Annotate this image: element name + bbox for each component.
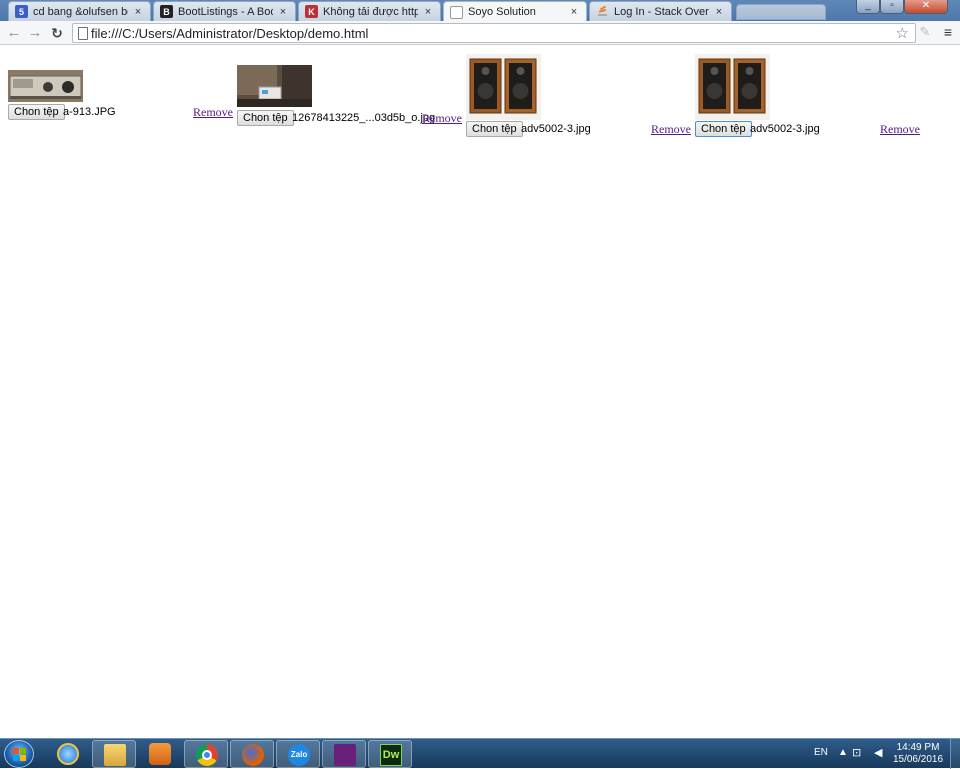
dreamweaver-icon[interactable]: Dw xyxy=(368,740,412,768)
start-button[interactable] xyxy=(4,740,34,768)
media-player-icon[interactable] xyxy=(138,740,182,768)
tab-cd-bang-olufsen[interactable]: 5 cd bang &olufsen beogra × xyxy=(8,1,151,21)
remove-link[interactable]: Remove xyxy=(651,122,691,136)
remove-link[interactable]: Remove xyxy=(422,111,462,125)
tab-close-icon[interactable]: × xyxy=(277,6,289,18)
bootlistings-icon: B xyxy=(160,5,173,18)
tab-soyo-solution[interactable]: Soyo Solution × xyxy=(443,1,587,22)
firefox-icon[interactable] xyxy=(230,740,274,768)
tab-title: BootListings - A Bootstrap xyxy=(178,5,273,18)
zalo-icon[interactable]: Zalo xyxy=(276,740,320,768)
extension-icon[interactable]: ✎ xyxy=(917,24,933,40)
forward-arrow-icon[interactable]: → xyxy=(26,24,44,42)
chrome-icon[interactable] xyxy=(184,740,228,768)
address-text: file:///C:/Users/Administrator/Desktop/d… xyxy=(91,26,369,41)
file-name: adv5002-3.jpg xyxy=(521,123,591,135)
upload-preview-image xyxy=(237,65,312,107)
close-window-button[interactable]: ✕ xyxy=(904,0,948,14)
show-hidden-icons-icon[interactable]: ▲ xyxy=(838,747,848,758)
remove-link[interactable]: Remove xyxy=(880,122,920,136)
visual-studio-icon[interactable] xyxy=(322,740,366,768)
minimize-button[interactable]: _ xyxy=(856,0,880,14)
zalo-label: Zalo xyxy=(288,744,310,766)
show-desktop-button[interactable] xyxy=(950,739,960,769)
choose-file-button[interactable]: Chon tệp xyxy=(695,121,752,137)
tab-close-icon[interactable]: × xyxy=(422,6,434,18)
choose-file-button[interactable]: Chon tệp xyxy=(466,121,523,137)
language-indicator[interactable]: EN xyxy=(814,747,828,758)
clock-time: 14:49 PM xyxy=(896,742,940,753)
tab-close-icon[interactable]: × xyxy=(568,6,580,18)
back-arrow-icon[interactable]: ← xyxy=(5,24,23,42)
calendar-icon: 5 xyxy=(15,5,28,18)
tab-stack-overflow[interactable]: Log In - Stack Overflow × xyxy=(589,1,732,21)
new-tab-button[interactable] xyxy=(736,4,826,20)
internet-explorer-icon[interactable] xyxy=(46,740,90,768)
dreamweaver-label: Dw xyxy=(380,744,402,766)
file-name: a-913.JPG xyxy=(63,106,116,118)
choose-file-button[interactable]: Chon tệp xyxy=(8,104,65,120)
network-icon[interactable]: ⊡ xyxy=(852,746,861,759)
upload-preview-image xyxy=(466,54,541,120)
browser-toolbar: ← → ↻ file:///C:/Users/Administrator/Des… xyxy=(0,21,960,45)
upload-preview-image xyxy=(695,54,770,120)
tab-title: Log In - Stack Overflow xyxy=(614,5,709,18)
tab-strip: 5 cd bang &olufsen beogra × B BootListin… xyxy=(0,0,960,22)
windows-logo-icon xyxy=(13,748,26,761)
file-name: 12678413225_...03d5b_o.jpg xyxy=(292,112,436,124)
blank-page-icon xyxy=(450,5,463,19)
page-icon: K xyxy=(305,5,318,18)
tab-title: Soyo Solution xyxy=(468,6,536,18)
tab-khong-tai-duoc[interactable]: K Không tải được http://giai × xyxy=(298,1,441,21)
tab-bootlistings[interactable]: B BootListings - A Bootstrap × xyxy=(153,1,296,21)
page-icon xyxy=(78,27,88,40)
volume-icon[interactable]: ◀ xyxy=(874,746,882,759)
page-content: Chon tệp a-913.JPG Remove Chon tệp 12678… xyxy=(0,46,960,738)
remove-link[interactable]: Remove xyxy=(193,105,233,119)
upload-preview-image xyxy=(8,70,83,102)
tab-close-icon[interactable]: × xyxy=(713,6,725,18)
clock[interactable]: 14:49 PM 15/06/2016 xyxy=(888,742,948,766)
star-icon[interactable]: ☆ xyxy=(896,24,909,42)
reload-icon[interactable]: ↻ xyxy=(48,24,66,42)
tab-close-icon[interactable]: × xyxy=(132,6,144,18)
stackoverflow-icon xyxy=(596,5,609,18)
windows-taskbar: Zalo Dw EN ▲ ⊡ ◀ 14:49 PM 15/06/2016 xyxy=(0,738,960,769)
maximize-button[interactable]: ▫ xyxy=(880,0,904,14)
address-bar[interactable]: file:///C:/Users/Administrator/Desktop/d… xyxy=(72,23,916,43)
tab-title: Không tải được http://giai xyxy=(323,5,418,18)
file-name: adv5002-3.jpg xyxy=(750,123,820,135)
choose-file-button[interactable]: Chon tệp xyxy=(237,110,294,126)
menu-icon[interactable]: ≡ xyxy=(940,24,956,40)
file-explorer-icon[interactable] xyxy=(92,740,136,768)
clock-date: 15/06/2016 xyxy=(892,754,944,765)
tab-title: cd bang &olufsen beogra xyxy=(33,5,128,18)
